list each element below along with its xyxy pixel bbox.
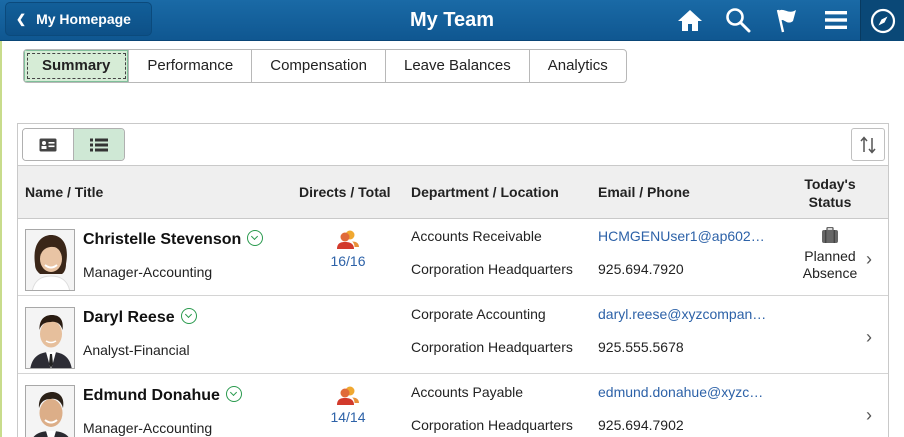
column-header-status[interactable]: Today's Status xyxy=(793,175,867,211)
related-actions-icon[interactable] xyxy=(180,308,197,324)
sort-icon[interactable] xyxy=(851,128,885,161)
table-row[interactable]: Daryl Reese Analyst-Financial Corporate … xyxy=(18,297,888,374)
grid-header: Name / Title Directs / Total Department … xyxy=(18,166,888,219)
directs-count[interactable]: 14/14 xyxy=(318,409,378,425)
location: Corporation Headquarters xyxy=(411,339,573,355)
phone: 925.694.7902 xyxy=(598,417,684,433)
column-header-status-line1: Today's xyxy=(804,176,856,192)
tab-compensation[interactable]: Compensation xyxy=(252,50,386,82)
employee-name-text: Edmund Donahue xyxy=(83,387,220,404)
employee-name[interactable]: Christelle Stevenson xyxy=(83,230,264,249)
my-homepage-label: My Homepage xyxy=(36,11,131,27)
team-people-icon xyxy=(337,230,359,249)
flag-icon[interactable] xyxy=(773,6,801,34)
table-row[interactable]: Edmund Donahue Manager-Accounting 14/14 … xyxy=(18,375,888,437)
column-header-directs[interactable]: Directs / Total xyxy=(299,184,391,200)
location: Corporation Headquarters xyxy=(411,417,573,433)
card-view-icon[interactable] xyxy=(23,129,74,160)
row-chevron-icon[interactable]: › xyxy=(866,249,872,270)
tab-performance[interactable]: Performance xyxy=(129,50,253,82)
directs-cell[interactable]: 14/14 xyxy=(318,385,378,425)
employee-name[interactable]: Edmund Donahue xyxy=(83,386,242,405)
left-accent-line xyxy=(0,41,2,437)
phone: 925.555.5678 xyxy=(598,339,684,355)
top-banner: ❮ My Homepage My Team xyxy=(0,0,904,41)
department: Accounts Receivable xyxy=(411,228,542,244)
row-chevron-icon[interactable]: › xyxy=(866,405,872,426)
related-actions-icon[interactable] xyxy=(225,386,242,402)
list-view-icon[interactable] xyxy=(73,129,124,160)
status-cell: Planned Absence xyxy=(793,226,867,282)
menu-icon[interactable] xyxy=(822,6,850,34)
employee-name-text: Christelle Stevenson xyxy=(83,231,242,248)
home-icon[interactable] xyxy=(676,6,704,34)
grid-toolbar xyxy=(18,124,888,166)
suitcase-icon xyxy=(822,226,838,243)
related-actions-icon[interactable] xyxy=(247,230,264,246)
status-line2: Absence xyxy=(802,265,858,281)
table-row[interactable]: Christelle Stevenson Manager-Accounting … xyxy=(18,219,888,296)
column-header-name[interactable]: Name / Title xyxy=(25,184,103,200)
phone: 925.694.7920 xyxy=(598,261,684,277)
column-header-status-line2: Status xyxy=(808,194,852,210)
employee-photo xyxy=(25,307,75,369)
email-link[interactable]: HCMGENUser1@ap602… xyxy=(598,228,778,244)
tab-bar: Summary Performance Compensation Leave B… xyxy=(23,49,627,83)
employee-photo xyxy=(25,385,75,437)
column-header-email[interactable]: Email / Phone xyxy=(598,184,690,200)
employee-title: Manager-Accounting xyxy=(83,420,213,436)
directs-count[interactable]: 16/16 xyxy=(318,253,378,269)
status-line1: Planned xyxy=(804,248,856,264)
view-toggle xyxy=(22,128,125,161)
team-people-icon xyxy=(337,386,359,405)
tab-analytics[interactable]: Analytics xyxy=(530,50,626,82)
employee-photo xyxy=(25,229,75,291)
department: Corporate Accounting xyxy=(411,306,546,322)
directs-cell[interactable]: 16/16 xyxy=(318,229,378,269)
employee-name-text: Daryl Reese xyxy=(83,309,175,326)
email-link[interactable]: daryl.reese@xyzcompan… xyxy=(598,306,778,322)
department: Accounts Payable xyxy=(411,384,524,400)
employee-title: Analyst-Financial xyxy=(83,342,190,358)
team-grid: Name / Title Directs / Total Department … xyxy=(17,123,889,437)
column-header-department[interactable]: Department / Location xyxy=(411,184,559,200)
email-link[interactable]: edmund.donahue@xyzc… xyxy=(598,384,778,400)
back-chevron-icon: ❮ xyxy=(16,12,27,26)
search-icon[interactable] xyxy=(724,6,752,34)
my-homepage-button[interactable]: ❮ My Homepage xyxy=(5,2,152,36)
tab-leave-balances[interactable]: Leave Balances xyxy=(386,50,530,82)
navbar-compass-icon[interactable] xyxy=(860,0,904,41)
location: Corporation Headquarters xyxy=(411,261,573,277)
employee-name[interactable]: Daryl Reese xyxy=(83,308,197,327)
row-chevron-icon[interactable]: › xyxy=(866,327,872,348)
employee-title: Manager-Accounting xyxy=(83,264,213,280)
tab-summary[interactable]: Summary xyxy=(24,50,130,82)
